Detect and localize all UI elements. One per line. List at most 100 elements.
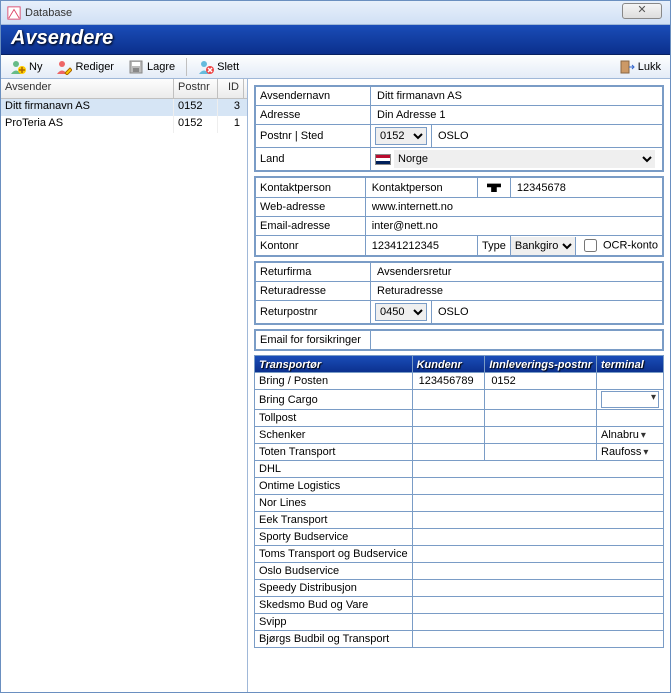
col-id[interactable]: ID xyxy=(218,79,244,98)
list-header: Avsender Postnr ID xyxy=(1,79,247,99)
terminal-cell[interactable] xyxy=(597,373,664,390)
avsendernavn-input[interactable] xyxy=(375,89,658,103)
returfirma-input[interactable] xyxy=(375,265,658,279)
ocr-checkbox[interactable] xyxy=(584,239,597,252)
transport-name: Oslo Budservice xyxy=(255,563,413,580)
kundenr-cell[interactable] xyxy=(412,373,485,390)
email-forsikring-input[interactable] xyxy=(375,333,658,347)
transport-row[interactable]: SchenkerAlnabru xyxy=(255,427,664,444)
col-postnr[interactable]: Postnr xyxy=(174,79,218,98)
transport-name: DHL xyxy=(255,461,413,478)
kundenr-input[interactable] xyxy=(417,411,481,425)
innlev-postnr-input[interactable] xyxy=(489,374,592,388)
transport-name: Nor Lines xyxy=(255,495,413,512)
web-label: Web-adresse xyxy=(256,198,366,217)
innlev-postnr-input[interactable] xyxy=(489,428,592,442)
kundenr-cell[interactable] xyxy=(412,410,485,427)
transport-row[interactable]: Svipp xyxy=(255,614,664,631)
transport-row[interactable]: Tollpost xyxy=(255,410,664,427)
delete-button[interactable]: Slett xyxy=(193,56,244,78)
kundenr-cell[interactable] xyxy=(412,427,485,444)
kundenr-input[interactable] xyxy=(417,428,481,442)
col-innlev-postnr: Innleverings-postnr xyxy=(485,356,597,373)
add-user-icon xyxy=(10,59,26,75)
col-avsender[interactable]: Avsender xyxy=(1,79,174,98)
terminal-dropdown[interactable] xyxy=(601,391,659,408)
transport-row[interactable]: DHL xyxy=(255,461,664,478)
transport-row[interactable]: Sporty Budservice xyxy=(255,529,664,546)
transport-row[interactable]: Ontime Logistics xyxy=(255,478,664,495)
postnr-select[interactable]: 0152 xyxy=(375,127,427,145)
transport-row[interactable]: Eek Transport xyxy=(255,512,664,529)
save-button[interactable]: Lagre xyxy=(123,56,180,78)
kontonr-label: Kontonr xyxy=(256,236,366,256)
email-input[interactable] xyxy=(370,219,658,233)
transport-table: Transportør Kundenr Innleverings-postnr … xyxy=(254,355,664,648)
retursted-input[interactable] xyxy=(436,305,658,319)
avsendernavn-label: Avsendernavn xyxy=(256,87,371,106)
form-panel: Avsendernavn Adresse Postnr | Sted 0152 … xyxy=(248,79,670,692)
transport-row[interactable]: Toten Transport Raufoss xyxy=(255,444,664,461)
database-window: Database ✕ Avsendere Ny Rediger Lagre Sl… xyxy=(0,0,671,693)
transport-name: Toten Transport xyxy=(255,444,413,461)
innlev-postnr-cell[interactable] xyxy=(485,390,597,410)
kontonr-input[interactable] xyxy=(370,239,473,253)
transport-name: Bring / Posten xyxy=(255,373,413,390)
terminal-cell[interactable] xyxy=(597,390,664,410)
col-kundenr: Kundenr xyxy=(412,356,485,373)
web-input[interactable] xyxy=(370,200,658,214)
transport-row[interactable]: Speedy Distribusjon xyxy=(255,580,664,597)
delete-user-icon xyxy=(198,59,214,75)
chevron-down-icon[interactable] xyxy=(641,446,659,458)
terminal-dropdown[interactable]: Raufoss xyxy=(601,446,659,458)
edit-button[interactable]: Rediger xyxy=(51,56,119,78)
transport-name: Bring Cargo xyxy=(255,390,413,410)
kundenr-input[interactable] xyxy=(417,393,481,407)
kundenr-input[interactable] xyxy=(417,445,481,459)
kundenr-input[interactable] xyxy=(417,374,481,388)
terminal-cell[interactable]: Raufoss xyxy=(597,444,664,461)
terminal-cell[interactable]: Alnabru xyxy=(597,427,664,444)
innlev-postnr-input[interactable] xyxy=(489,393,592,407)
transport-name: Toms Transport og Budservice xyxy=(255,546,413,563)
terminal-cell[interactable] xyxy=(597,410,664,427)
transport-name: Ontime Logistics xyxy=(255,478,413,495)
toolbar-sep xyxy=(186,58,187,76)
titlebar[interactable]: Database ✕ xyxy=(1,1,670,25)
type-label: Type xyxy=(478,236,511,256)
chevron-down-icon[interactable] xyxy=(639,429,659,441)
new-button[interactable]: Ny xyxy=(5,56,47,78)
edit-user-icon xyxy=(56,59,72,75)
returadresse-label: Returadresse xyxy=(256,282,371,301)
transport-row[interactable]: Oslo Budservice xyxy=(255,563,664,580)
transport-row[interactable]: Toms Transport og Budservice xyxy=(255,546,664,563)
toolbar: Ny Rediger Lagre Slett Lukk xyxy=(1,55,670,79)
list-row[interactable]: ProTeria AS 0152 1 xyxy=(1,116,247,133)
transport-row[interactable]: Nor Lines xyxy=(255,495,664,512)
kontaktperson-input[interactable] xyxy=(370,181,473,195)
telefon-input[interactable] xyxy=(515,181,658,195)
kundenr-cell[interactable] xyxy=(412,444,485,461)
innlev-postnr-cell[interactable] xyxy=(485,427,597,444)
close-panel-button[interactable]: Lukk xyxy=(614,56,666,78)
innlev-postnr-cell[interactable] xyxy=(485,373,597,390)
adresse-input[interactable] xyxy=(375,108,658,122)
land-select[interactable]: Norge xyxy=(394,150,655,168)
transport-row[interactable]: Bring Cargo xyxy=(255,390,664,410)
transport-row[interactable]: Skedsmo Bud og Vare xyxy=(255,597,664,614)
transport-row[interactable]: Bring / Posten xyxy=(255,373,664,390)
list-row[interactable]: Ditt firmanavn AS 0152 3 xyxy=(1,99,247,116)
innlev-postnr-input[interactable] xyxy=(489,445,592,459)
transport-row[interactable]: Bjørgs Budbil og Transport xyxy=(255,631,664,648)
innlev-postnr-cell[interactable] xyxy=(485,410,597,427)
innlev-postnr-cell[interactable] xyxy=(485,444,597,461)
innlev-postnr-input[interactable] xyxy=(489,411,592,425)
type-select[interactable]: Bankgiro xyxy=(511,237,576,255)
close-button[interactable]: ✕ xyxy=(622,3,662,19)
returpostnr-select[interactable]: 0450 xyxy=(375,303,427,321)
kundenr-cell[interactable] xyxy=(412,390,485,410)
terminal-dropdown[interactable]: Alnabru xyxy=(601,429,659,441)
returadresse-input[interactable] xyxy=(375,284,658,298)
sted-input[interactable] xyxy=(436,129,658,143)
email-label: Email-adresse xyxy=(256,217,366,236)
